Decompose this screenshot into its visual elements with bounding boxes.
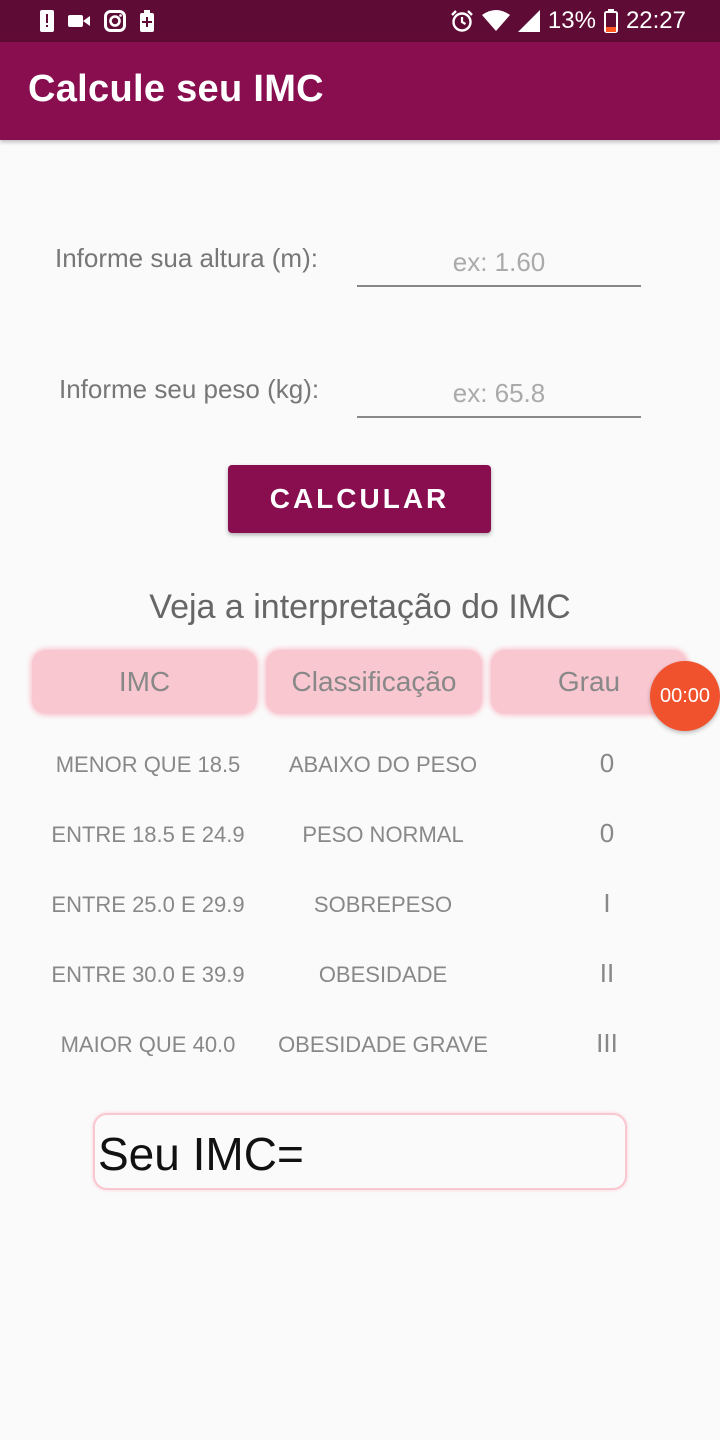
row-grau: II: [599, 958, 615, 988]
header-imc: IMC: [32, 650, 257, 714]
row-imc: MAIOR QUE 40.0: [60, 1032, 236, 1057]
weight-input[interactable]: [357, 371, 641, 418]
recording-timer-bubble[interactable]: 00:00: [650, 661, 720, 731]
row-grau: I: [603, 888, 611, 918]
header-classificacao: Classificação: [266, 650, 482, 714]
status-icons-right: 13% 22:27: [450, 6, 686, 36]
weight-label: Informe seu peso (kg):: [59, 374, 320, 404]
result-box: Seu IMC=: [93, 1113, 627, 1190]
row-grau: 0: [599, 748, 615, 778]
battery-percent: 13%: [547, 7, 596, 34]
row-classificacao: OBESIDADE GRAVE: [278, 1032, 488, 1057]
row-imc: ENTRE 25.0 E 29.9: [51, 892, 245, 917]
calculate-button[interactable]: CALCULAR: [228, 465, 491, 533]
app-title: Calcule seu IMC: [28, 68, 324, 110]
row-grau: III: [596, 1028, 618, 1058]
alert-icon: [40, 10, 54, 32]
battery-icon: [603, 9, 618, 33]
instagram-icon: [104, 10, 126, 32]
row-classificacao: ABAIXO DO PESO: [288, 752, 478, 777]
result-label: Seu IMC=: [98, 1128, 304, 1180]
row-classificacao: SOBREPESO: [313, 892, 453, 917]
row-imc: ENTRE 18.5 E 24.9: [51, 822, 245, 847]
height-label: Informe sua altura (m):: [55, 243, 318, 273]
row-grau: 0: [599, 818, 615, 848]
status-bar: 13% 22:27: [0, 0, 720, 42]
status-icons-left: [40, 8, 154, 34]
signal-icon: [517, 10, 540, 32]
video-icon: [68, 14, 90, 28]
row-imc: MENOR QUE 18.5: [55, 752, 241, 777]
app-bar: Calcule seu IMC: [0, 42, 720, 140]
row-classificacao: OBESIDADE: [318, 962, 448, 987]
row-classificacao: PESO NORMAL: [302, 822, 464, 847]
height-input[interactable]: [357, 240, 641, 287]
alarm-icon: [450, 9, 474, 33]
status-time: 22:27: [625, 7, 686, 34]
battery-plus-icon: [140, 10, 154, 32]
table-title: Veja a interpretação do IMC: [149, 588, 571, 626]
wifi-icon: [481, 10, 510, 32]
row-imc: ENTRE 30.0 E 39.9: [51, 962, 245, 987]
